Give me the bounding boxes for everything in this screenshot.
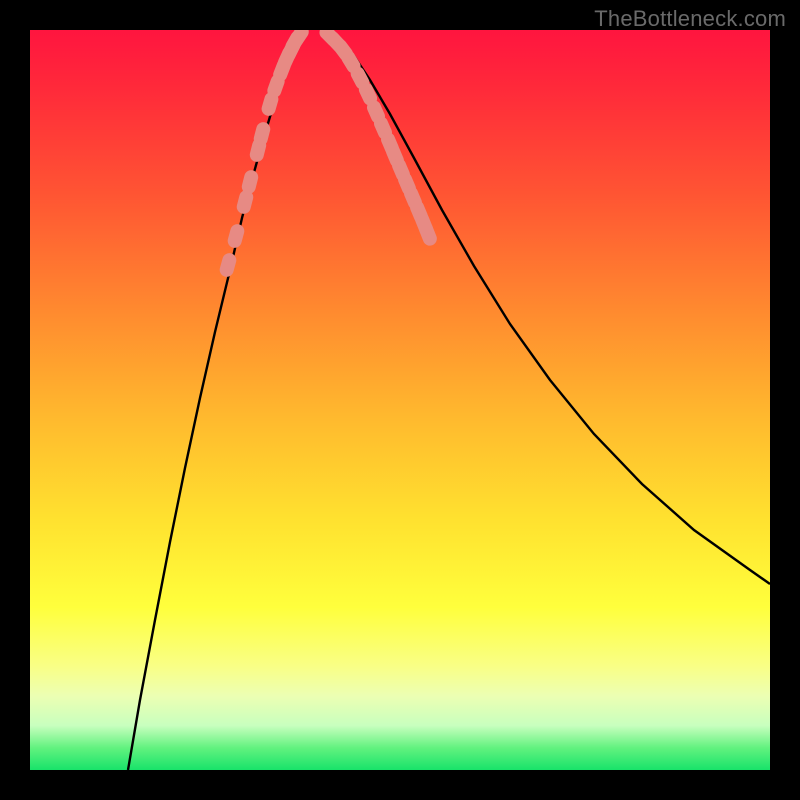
right-curve-path <box>330 32 770 584</box>
segment-marker <box>218 252 238 279</box>
segment-marker <box>226 223 246 250</box>
watermark-text: TheBottleneck.com <box>594 6 786 32</box>
left-curve-path <box>128 32 302 770</box>
segment-markers <box>218 30 439 278</box>
chart-svg <box>30 30 770 770</box>
outer-frame: TheBottleneck.com <box>0 0 800 800</box>
plot-area <box>30 30 770 770</box>
